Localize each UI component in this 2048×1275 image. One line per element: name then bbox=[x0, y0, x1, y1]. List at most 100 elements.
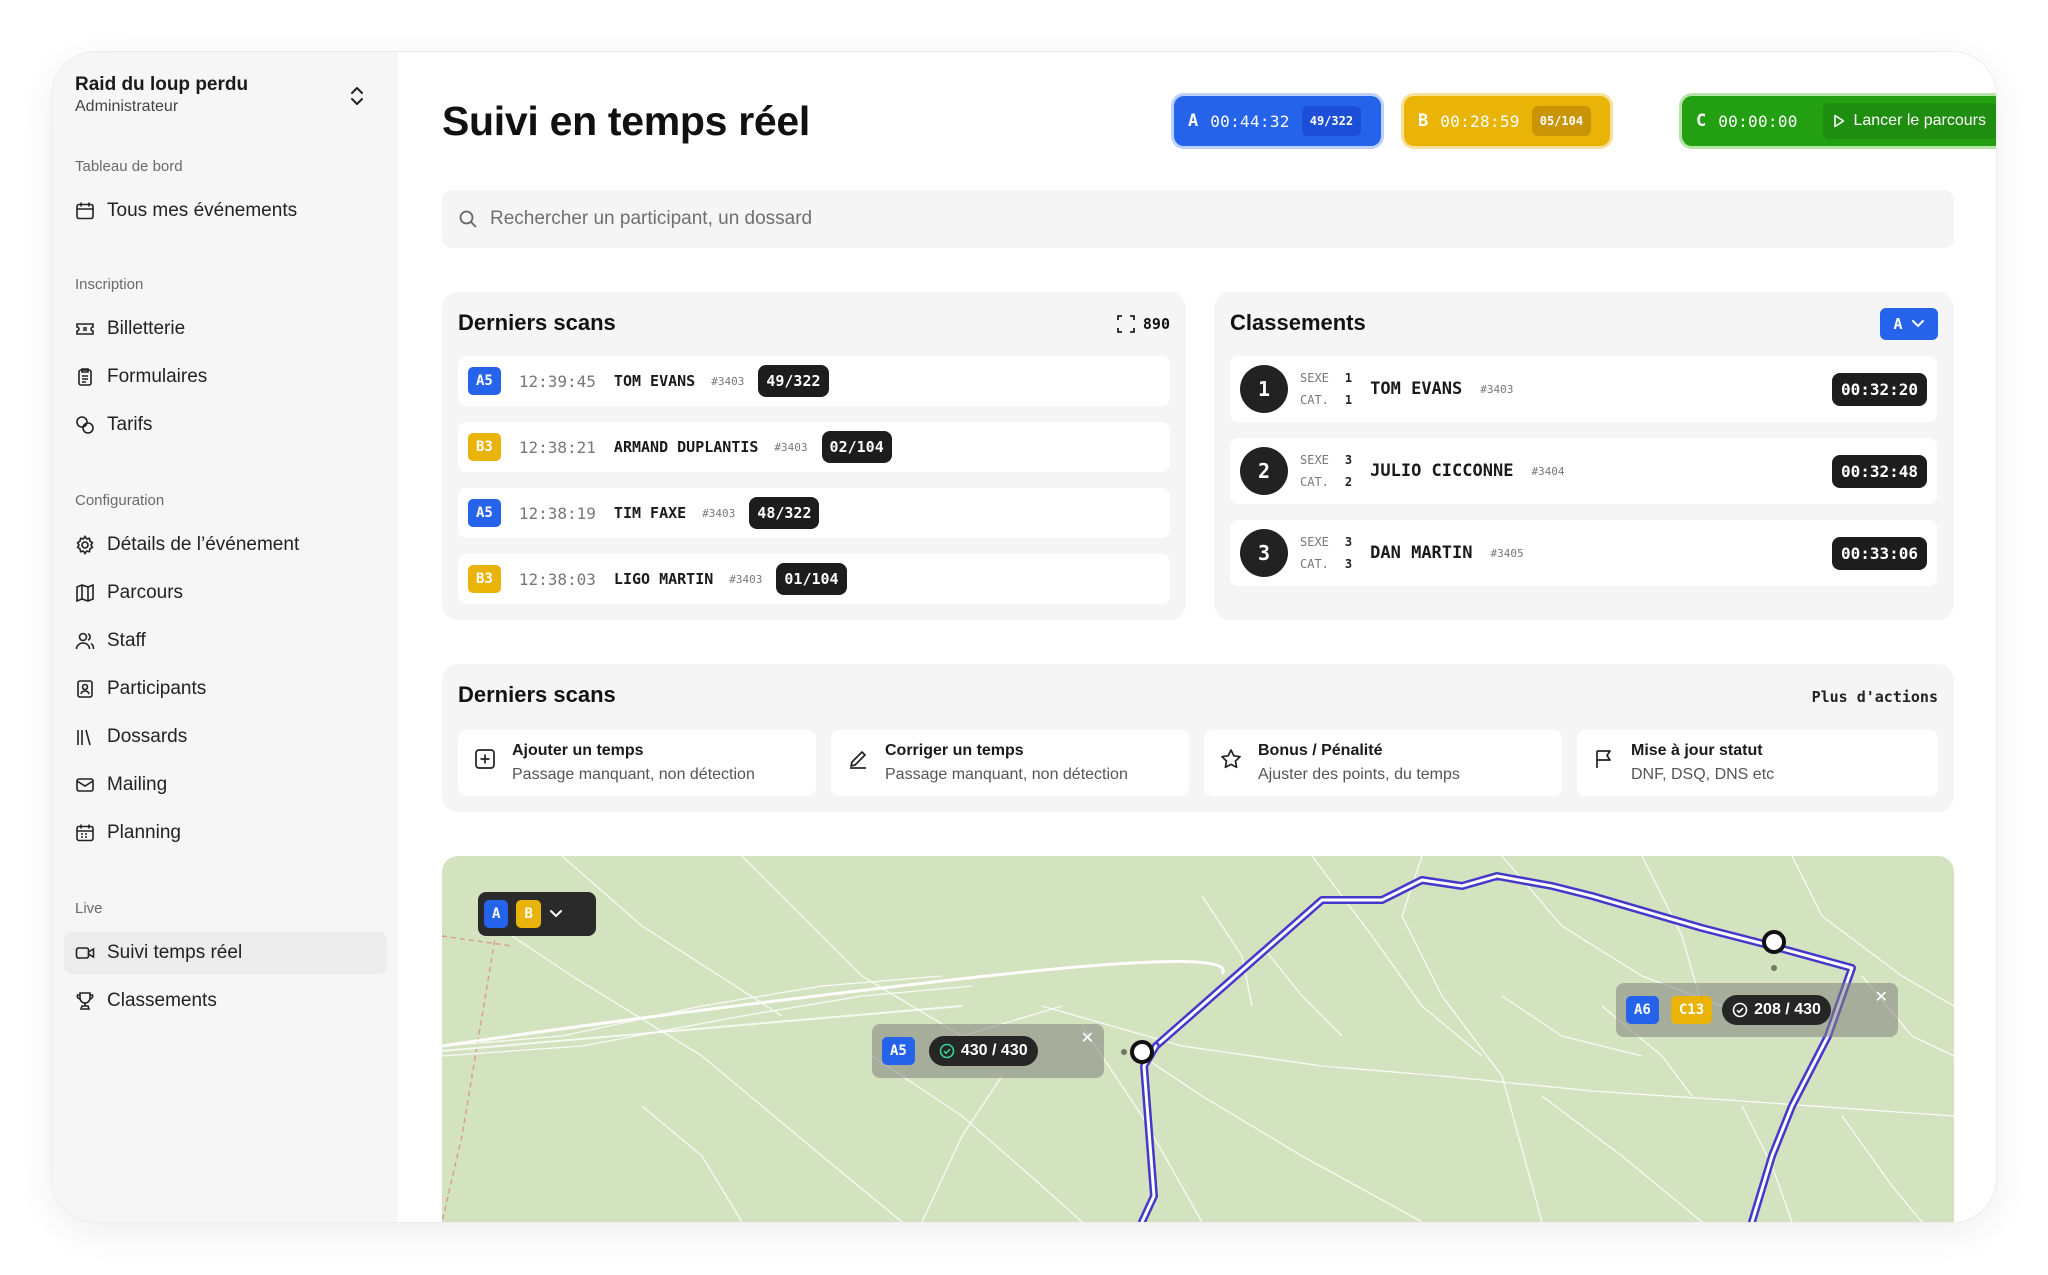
sidebar-item-label: Billetterie bbox=[107, 318, 186, 339]
participant-name: ARMAND DUPLANTIS bbox=[613, 438, 759, 456]
cat-label: CAT. bbox=[1300, 393, 1329, 407]
rank-number: 3 bbox=[1240, 529, 1288, 577]
action-title: Corriger un temps bbox=[885, 742, 1024, 759]
sidebar-item-label: Dossards bbox=[107, 726, 188, 747]
sidebar-item-billetterie[interactable]: Billetterie bbox=[64, 308, 387, 350]
user-role: Administrateur bbox=[75, 98, 179, 115]
sidebar-item-planning[interactable]: Planning bbox=[64, 812, 387, 854]
sidebar-item-label: Classements bbox=[107, 990, 217, 1011]
sidebar-item-tarifs[interactable]: Tarifs bbox=[64, 404, 387, 446]
scan-row[interactable]: A5 12:39:45 TOM EVANS #3403 49/322 bbox=[458, 356, 1170, 406]
more-actions-link[interactable]: Plus d'actions bbox=[1812, 688, 1938, 706]
sexe-label: SEXE bbox=[1300, 535, 1329, 549]
check-circle-icon bbox=[1732, 1002, 1748, 1018]
position-pill: 48/322 bbox=[749, 497, 820, 529]
course-letter: A bbox=[1188, 111, 1199, 131]
recent-scans-card: Derniers scans 890 A5 12:39:45 TOM EVANS… bbox=[442, 292, 1186, 620]
action-desc: Passage manquant, non détection bbox=[885, 766, 1128, 783]
scan-time: 12:38:21 bbox=[518, 437, 596, 457]
flag-icon bbox=[1596, 750, 1611, 768]
course-count: 49/322 bbox=[1301, 106, 1362, 136]
bib-number: #3403 bbox=[1480, 382, 1514, 396]
sidebar-item-staff[interactable]: Staff bbox=[64, 620, 387, 662]
chevron-down-icon bbox=[1911, 320, 1924, 328]
launch-course-button[interactable]: Lancer le parcours bbox=[1823, 103, 1996, 139]
cat-rank: 2 bbox=[1344, 475, 1353, 489]
ranking-course-select[interactable]: A bbox=[1880, 308, 1938, 340]
scan-counter[interactable]: 890 bbox=[1116, 314, 1170, 334]
live-map[interactable]: A B A5 430 / 430 ✕ A6 C13 208 / 430 ✕ bbox=[442, 856, 1954, 1222]
sidebar-item-suivi[interactable]: Suivi temps réel bbox=[64, 932, 387, 974]
scan-row[interactable]: B3 12:38:03 LIGO MARTIN #3403 01/104 bbox=[458, 554, 1170, 604]
sidebar-item-label: Formulaires bbox=[107, 366, 208, 387]
close-icon[interactable]: ✕ bbox=[1875, 987, 1888, 1007]
checkpoint-count: 430 / 430 bbox=[928, 1036, 1038, 1066]
scan-time: 12:38:03 bbox=[518, 569, 596, 589]
sidebar-item-label: Détails de l’événement bbox=[107, 534, 300, 555]
checkpoint-popup-a6[interactable]: A6 C13 208 / 430 ✕ bbox=[1616, 983, 1898, 1037]
sidebar-item-classements[interactable]: Classements bbox=[64, 980, 387, 1022]
action-desc: Ajuster des points, du temps bbox=[1258, 766, 1460, 783]
sexe-rank: 1 bbox=[1344, 371, 1353, 385]
close-icon[interactable]: ✕ bbox=[1081, 1028, 1094, 1048]
chevron-up-down-icon[interactable] bbox=[347, 84, 367, 108]
sidebar-item-parcours[interactable]: Parcours bbox=[64, 572, 387, 614]
bib-number: #3403 bbox=[702, 506, 736, 520]
map-canvas bbox=[442, 856, 1954, 1222]
sidebar-item-label: Tous mes événements bbox=[107, 200, 298, 221]
sidebar-item-dossards[interactable]: Dossards bbox=[64, 716, 387, 758]
action-bonus-penalty[interactable]: Bonus / Pénalité Ajuster des points, du … bbox=[1204, 730, 1562, 796]
timer-course-a[interactable]: A 00:44:32 49/322 bbox=[1174, 96, 1381, 146]
position-pill: 01/104 bbox=[776, 563, 847, 595]
trophy-icon bbox=[76, 992, 94, 1010]
sidebar-item-events[interactable]: Tous mes événements bbox=[64, 190, 387, 232]
sidebar-item-label: Mailing bbox=[107, 774, 168, 795]
ranking-row[interactable]: 1 SEXE 1 CAT. 1 TOM EVANS #3403 00:32:20 bbox=[1230, 356, 1937, 422]
sidebar-item-formulaires[interactable]: Formulaires bbox=[64, 356, 387, 398]
sidebar-item-participants[interactable]: Participants bbox=[64, 668, 387, 710]
section-inscription: Inscription bbox=[75, 276, 144, 293]
map-course-filter[interactable]: A B bbox=[478, 892, 596, 936]
sidebar-item-mailing[interactable]: Mailing bbox=[64, 764, 387, 806]
launch-course-label: Lancer le parcours bbox=[1853, 112, 1986, 129]
event-name: Raid du loup perdu bbox=[75, 74, 249, 95]
checkpoint-count: 208 / 430 bbox=[1722, 995, 1831, 1025]
sidebar-item-details[interactable]: Détails de l’événement bbox=[64, 524, 387, 566]
participant-name: JULIO CICCONNE bbox=[1370, 461, 1514, 481]
scan-row[interactable]: A5 12:38:19 TIM FAXE #3403 48/322 bbox=[458, 488, 1170, 538]
search-input[interactable] bbox=[490, 208, 1890, 230]
course-letter: B bbox=[1418, 111, 1429, 131]
filter-chip-a[interactable]: A bbox=[484, 900, 509, 928]
checkpoint-chip: A5 bbox=[468, 367, 501, 395]
pencil-icon bbox=[850, 751, 866, 769]
ranking-row[interactable]: 3 SEXE 3 CAT. 3 DAN MARTIN #3405 00:33:06 bbox=[1230, 520, 1937, 586]
sidebar: Raid du loup perdu Administrateur Tablea… bbox=[52, 52, 398, 1222]
checkpoint-popup-a5[interactable]: A5 430 / 430 ✕ bbox=[872, 1024, 1104, 1078]
position-pill: 49/322 bbox=[758, 365, 829, 397]
action-add-time[interactable]: Ajouter un temps Passage manquant, non d… bbox=[458, 730, 816, 796]
event-switcher[interactable]: Raid du loup perdu Administrateur bbox=[75, 74, 375, 116]
action-edit-time[interactable]: Corriger un temps Passage manquant, non … bbox=[831, 730, 1189, 796]
ranking-row[interactable]: 2 SEXE 3 CAT. 2 JULIO CICCONNE #3404 00:32… bbox=[1230, 438, 1937, 504]
ranking-card: Classements A 1 SEXE 1 CAT. 1 TOM EVANS #3… bbox=[1214, 292, 1954, 620]
participant-name: TIM FAXE bbox=[613, 504, 687, 522]
sidebar-item-label: Tarifs bbox=[107, 414, 153, 435]
scan-row[interactable]: B3 12:38:21 ARMAND DUPLANTIS #3403 02/10… bbox=[458, 422, 1170, 472]
filter-chip-b[interactable]: B bbox=[516, 900, 541, 928]
scan-time: 12:39:45 bbox=[518, 371, 596, 391]
action-update-status[interactable]: Mise à jour statut DNF, DSQ, DNS etc bbox=[1577, 730, 1938, 796]
cat-rank: 3 bbox=[1344, 557, 1353, 571]
participant-name: DAN MARTIN bbox=[1370, 543, 1473, 563]
mail-icon bbox=[76, 778, 94, 792]
action-title: Bonus / Pénalité bbox=[1258, 742, 1383, 759]
finish-time: 00:33:06 bbox=[1831, 536, 1927, 570]
cat-rank: 1 bbox=[1344, 393, 1353, 407]
checkpoint-chip: C13 bbox=[1670, 996, 1713, 1024]
play-icon bbox=[1834, 114, 1845, 128]
timer-course-b[interactable]: B 00:28:59 05/104 bbox=[1404, 96, 1610, 146]
chevron-down-icon[interactable] bbox=[549, 909, 563, 919]
finish-time: 00:32:48 bbox=[1831, 454, 1927, 488]
bib-number: #3403 bbox=[774, 440, 808, 454]
participant-name: TOM EVANS bbox=[613, 372, 696, 390]
app-window: Raid du loup perdu Administrateur Tablea… bbox=[52, 52, 1996, 1222]
